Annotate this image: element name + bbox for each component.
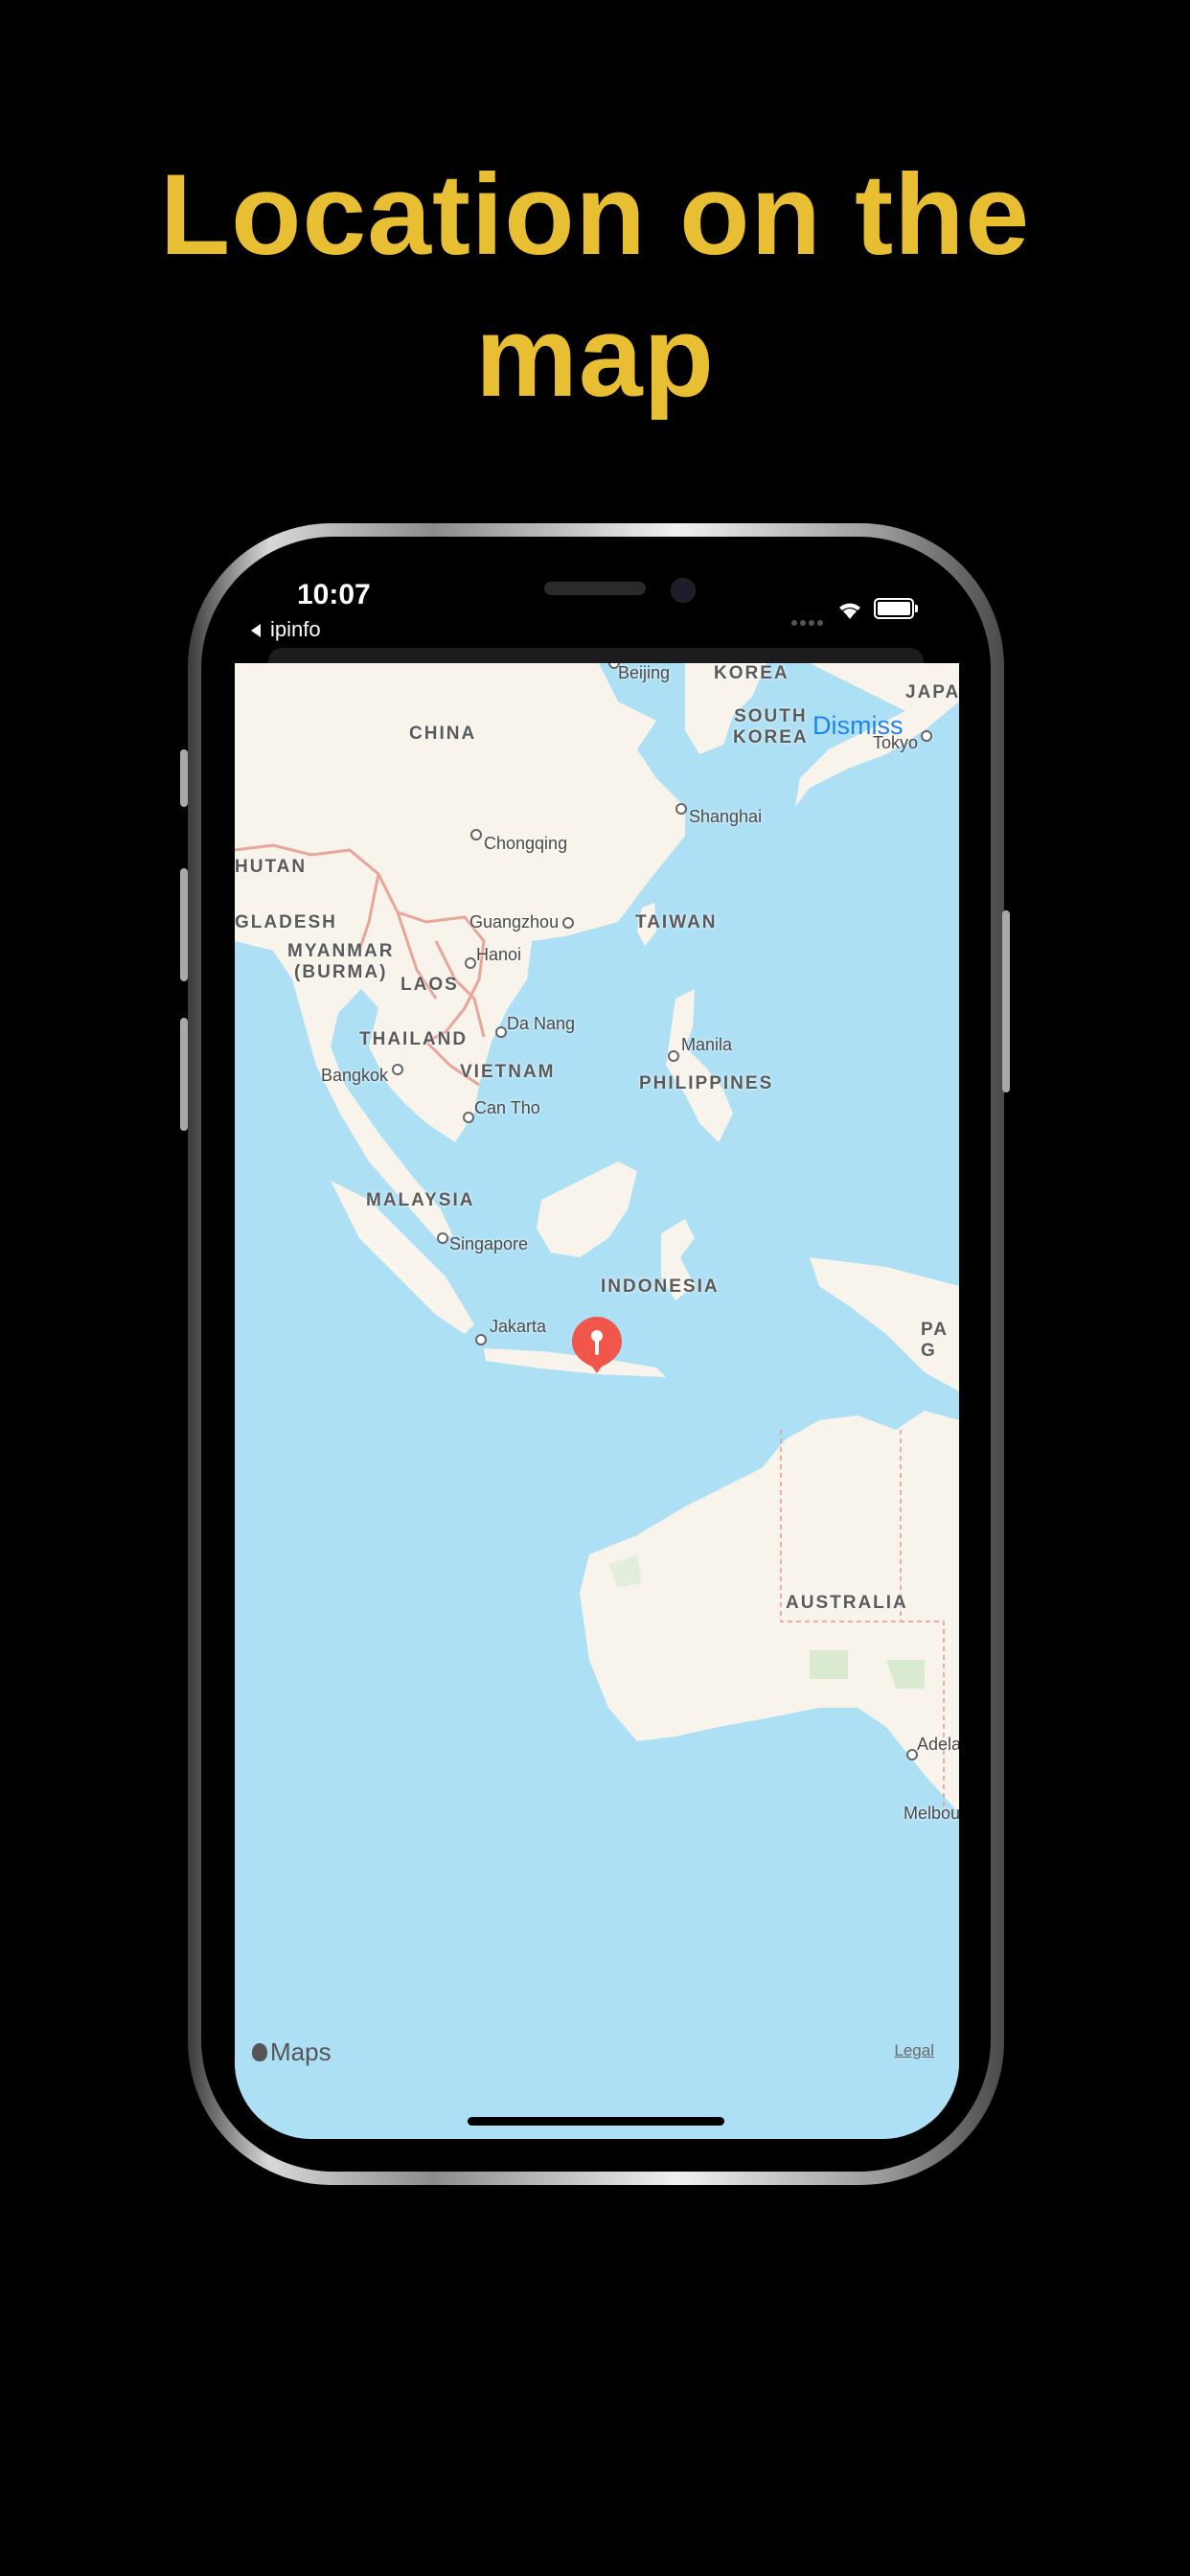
headline-line-1: Location on the bbox=[159, 150, 1031, 279]
label-south-korea: SOUTH KOREA bbox=[733, 706, 809, 748]
back-arrow-icon bbox=[251, 624, 261, 638]
city-jakarta: Jakarta bbox=[490, 1317, 547, 1336]
city-bangkok: Bangkok bbox=[321, 1066, 389, 1085]
dismiss-button[interactable]: Dismiss bbox=[812, 711, 904, 741]
label-papua-new-guinea: PA G bbox=[921, 1320, 949, 1362]
city-dot bbox=[921, 730, 932, 742]
label-korea: KOREA bbox=[714, 663, 790, 683]
label-malaysia: MALAYSIA bbox=[366, 1190, 475, 1210]
headline-line-2: map bbox=[475, 292, 715, 421]
city-dot bbox=[668, 1050, 679, 1062]
label-png-text: PA G bbox=[921, 1320, 949, 1361]
battery-icon bbox=[874, 598, 918, 619]
label-thailand: THAILAND bbox=[359, 1029, 469, 1049]
city-chongqing: Chongqing bbox=[484, 834, 568, 853]
wifi-icon bbox=[839, 603, 860, 619]
mute-switch bbox=[180, 749, 188, 807]
status-time: 10:07 bbox=[297, 579, 371, 610]
city-da-nang: Da Nang bbox=[507, 1014, 576, 1033]
city-dot bbox=[392, 1064, 403, 1075]
city-melbourne: Melbou bbox=[904, 1804, 959, 1823]
city-dot bbox=[475, 1334, 487, 1346]
label-myanmar-text: MYANMAR (BURMA) bbox=[287, 941, 395, 982]
back-to-app-button[interactable]: ipinfo bbox=[251, 617, 321, 642]
label-philippines: PHILIPPINES bbox=[639, 1073, 774, 1093]
label-bangladesh: GLADESH bbox=[235, 912, 337, 932]
apple-maps-logo: Maps bbox=[252, 2037, 332, 2067]
city-can-tho: Can Tho bbox=[474, 1098, 540, 1117]
home-indicator[interactable] bbox=[468, 2117, 724, 2126]
front-camera bbox=[671, 578, 696, 603]
label-indonesia: INDONESIA bbox=[601, 1276, 720, 1297]
legal-link[interactable]: Legal bbox=[894, 2041, 934, 2060]
label-china: CHINA bbox=[409, 724, 477, 744]
label-vietnam: VIETNAM bbox=[460, 1062, 556, 1082]
city-dot bbox=[465, 957, 476, 969]
power-button bbox=[1002, 910, 1010, 1092]
city-dot bbox=[675, 803, 687, 815]
label-laos: LAOS bbox=[400, 975, 459, 995]
city-adelaide: Adela bbox=[917, 1735, 959, 1754]
speaker-grille bbox=[544, 582, 646, 595]
city-dot bbox=[470, 829, 482, 840]
location-pin-icon[interactable] bbox=[569, 1315, 625, 1374]
city-dot bbox=[463, 1112, 474, 1123]
city-dot bbox=[437, 1232, 448, 1244]
map-view[interactable]: CHINA KOREA SOUTH KOREA JAPA HUTAN GLADE… bbox=[235, 663, 959, 2139]
label-japan: JAPA bbox=[905, 682, 959, 702]
city-guangzhou: Guangzhou bbox=[469, 912, 560, 932]
label-myanmar: MYANMAR (BURMA) bbox=[287, 941, 394, 983]
label-taiwan: TAIWAN bbox=[635, 912, 718, 932]
city-hanoi: Hanoi bbox=[476, 945, 522, 964]
signal-icon bbox=[791, 613, 826, 631]
city-singapore: Singapore bbox=[449, 1234, 529, 1254]
page-headline: Location on the map bbox=[0, 144, 1190, 427]
city-shanghai: Shanghai bbox=[689, 807, 763, 826]
apple-logo-icon bbox=[252, 2043, 267, 2061]
label-south-korea-text: SOUTH KOREA bbox=[733, 706, 809, 748]
city-dot bbox=[495, 1026, 507, 1038]
volume-up-button bbox=[180, 868, 188, 981]
map-canvas[interactable] bbox=[235, 663, 959, 2139]
city-dot bbox=[562, 917, 574, 929]
volume-down-button bbox=[180, 1018, 188, 1131]
label-australia: AUSTRALIA bbox=[786, 1593, 908, 1613]
label-bhutan: HUTAN bbox=[235, 857, 308, 877]
city-manila: Manila bbox=[681, 1035, 733, 1054]
city-beijing: Beijing bbox=[618, 663, 671, 682]
maps-brand-label: Maps bbox=[270, 2037, 332, 2066]
back-app-label: ipinfo bbox=[270, 617, 321, 641]
